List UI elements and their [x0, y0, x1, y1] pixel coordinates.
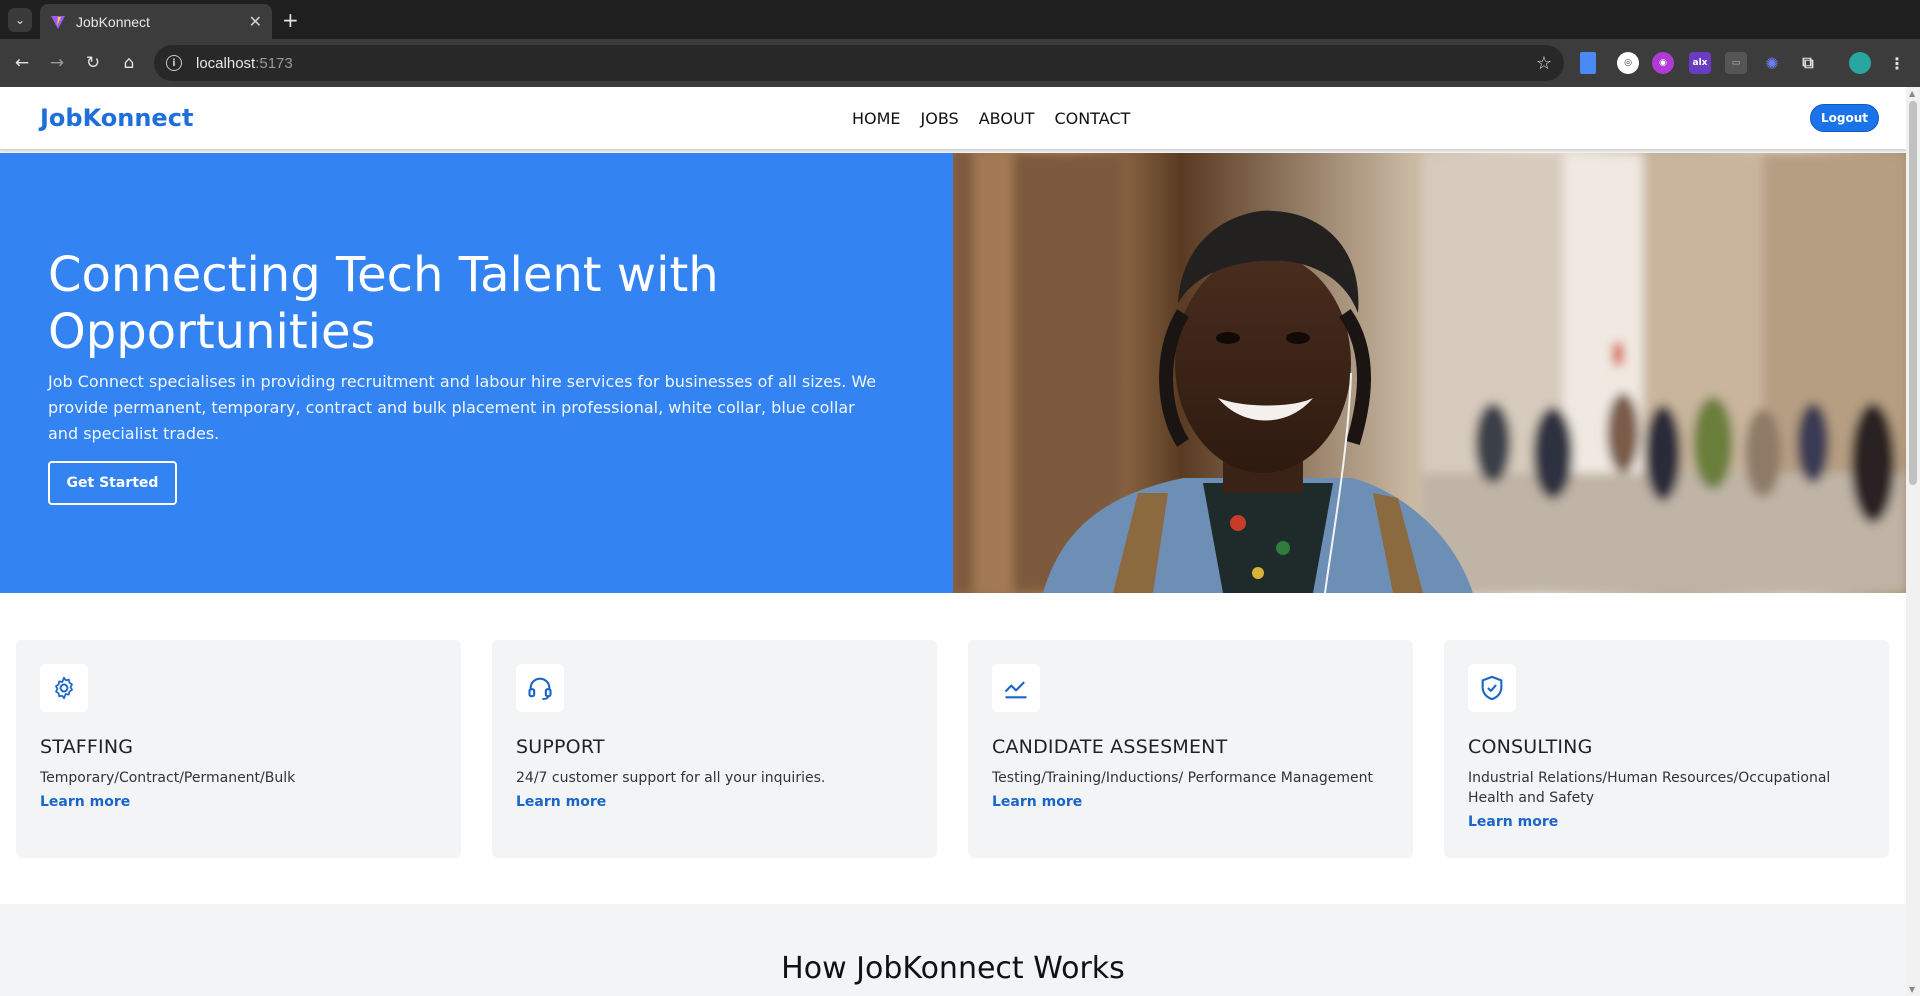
how-it-works-section: How JobKonnect Works	[0, 904, 1906, 996]
how-it-works-title: How JobKonnect Works	[781, 951, 1125, 986]
learn-more-link[interactable]: Learn more	[992, 794, 1082, 810]
new-tab-button[interactable]: +	[282, 8, 299, 32]
nav-contact[interactable]: CONTACT	[1054, 109, 1130, 128]
tab-close-icon[interactable]: ✕	[249, 12, 262, 31]
scroll-up-icon[interactable]: ▲	[1909, 89, 1915, 98]
bookmark-star-icon[interactable]: ☆	[1536, 53, 1552, 74]
browser-tab[interactable]: JobKonnect ✕	[40, 4, 272, 39]
site-header: JobKonnect HOME JOBS ABOUT CONTACT Logou…	[0, 87, 1906, 151]
card-icon-wrapper	[516, 664, 564, 712]
site-logo[interactable]: JobKonnect	[40, 104, 193, 132]
nav-about[interactable]: ABOUT	[979, 109, 1035, 128]
home-icon[interactable]: ⌂	[117, 51, 141, 75]
nav-home[interactable]: HOME	[852, 109, 901, 128]
site-info-icon[interactable]: i	[166, 55, 182, 71]
browser-tab-bar: ⌄ JobKonnect ✕ +	[0, 0, 1920, 39]
url-port: :5173	[255, 54, 293, 72]
tab-title: JobKonnect	[76, 13, 150, 30]
card-title: CONSULTING	[1468, 736, 1593, 758]
browser-menu-icon[interactable]: ⋮	[1886, 52, 1908, 74]
url-host: localhost	[196, 54, 256, 72]
scroll-down-icon[interactable]: ▼	[1909, 985, 1915, 994]
learn-more-link[interactable]: Learn more	[40, 794, 130, 810]
extension-circle-icon[interactable]: ◎	[1617, 52, 1639, 74]
vite-favicon-icon	[51, 15, 65, 29]
extension-docs-icon[interactable]	[1580, 52, 1596, 74]
logout-button[interactable]: Logout	[1810, 104, 1880, 132]
service-card-consulting: CONSULTING Industrial Relations/Human Re…	[1444, 640, 1889, 858]
reload-icon[interactable]: ↻	[81, 51, 105, 75]
page-viewport: JobKonnect HOME JOBS ABOUT CONTACT Logou…	[0, 87, 1920, 996]
nav-jobs[interactable]: JOBS	[921, 109, 959, 128]
learn-more-link[interactable]: Learn more	[1468, 814, 1558, 830]
profile-avatar[interactable]	[1849, 52, 1871, 74]
browser-toolbar: ← → ↻ ⌂ i localhost:5173 ☆ ◎ ◉ alx ▭ ✺ ⧉…	[0, 39, 1920, 87]
extension-alx-icon[interactable]: alx	[1689, 52, 1711, 74]
forward-icon[interactable]: →	[45, 51, 69, 75]
service-card-support: SUPPORT 24/7 customer support for all yo…	[492, 640, 937, 858]
card-title: STAFFING	[40, 736, 134, 758]
hero-panel: Connecting Tech Talent with Opportunitie…	[0, 153, 953, 593]
page-scrollbar[interactable]: ▲ ▼	[1906, 87, 1920, 996]
back-icon[interactable]: ←	[10, 51, 34, 75]
card-icon-wrapper	[1468, 664, 1516, 712]
scroll-thumb[interactable]	[1909, 101, 1917, 485]
chart-line-icon	[1004, 681, 1027, 699]
card-description: Industrial Relations/Human Resources/Occ…	[1468, 770, 1831, 806]
extension-star-icon[interactable]: ✺	[1761, 52, 1783, 74]
hero-section: Connecting Tech Talent with Opportunitie…	[0, 153, 1906, 593]
services-section: STAFFING Temporary/Contract/Permanent/Bu…	[0, 593, 1906, 893]
card-description: Testing/Training/Inductions/ Performance…	[992, 770, 1374, 786]
address-bar[interactable]: i localhost:5173 ☆	[154, 45, 1564, 81]
tab-search-button[interactable]: ⌄	[8, 8, 32, 32]
main-nav: HOME JOBS ABOUT CONTACT	[852, 109, 1130, 128]
hero-description: Job Connect specialises in providing rec…	[48, 372, 877, 443]
shield-check-icon	[1481, 675, 1503, 701]
card-description: Temporary/Contract/Permanent/Bulk	[40, 770, 296, 786]
hero-title: Connecting Tech Talent with Opportunitie…	[48, 247, 719, 360]
hero-photo-illustration	[953, 153, 1906, 593]
extensions-puzzle-icon[interactable]: ⧉	[1797, 52, 1819, 74]
hero-image	[953, 153, 1906, 593]
card-icon-wrapper	[40, 664, 88, 712]
headset-icon	[528, 677, 552, 701]
card-description: 24/7 customer support for all your inqui…	[516, 770, 826, 786]
card-icon-wrapper	[992, 664, 1040, 712]
gear-icon	[55, 676, 73, 700]
card-title: CANDIDATE ASSESMENT	[992, 736, 1228, 758]
card-title: SUPPORT	[516, 736, 605, 758]
service-card-staffing: STAFFING Temporary/Contract/Permanent/Bu…	[16, 640, 461, 858]
learn-more-link[interactable]: Learn more	[516, 794, 606, 810]
extension-chat-icon[interactable]: ▭	[1725, 52, 1747, 74]
get-started-button[interactable]: Get Started	[48, 461, 177, 505]
extension-purple-icon[interactable]: ◉	[1652, 52, 1674, 74]
service-card-candidate-assesment: CANDIDATE ASSESMENT Testing/Training/Ind…	[968, 640, 1413, 858]
